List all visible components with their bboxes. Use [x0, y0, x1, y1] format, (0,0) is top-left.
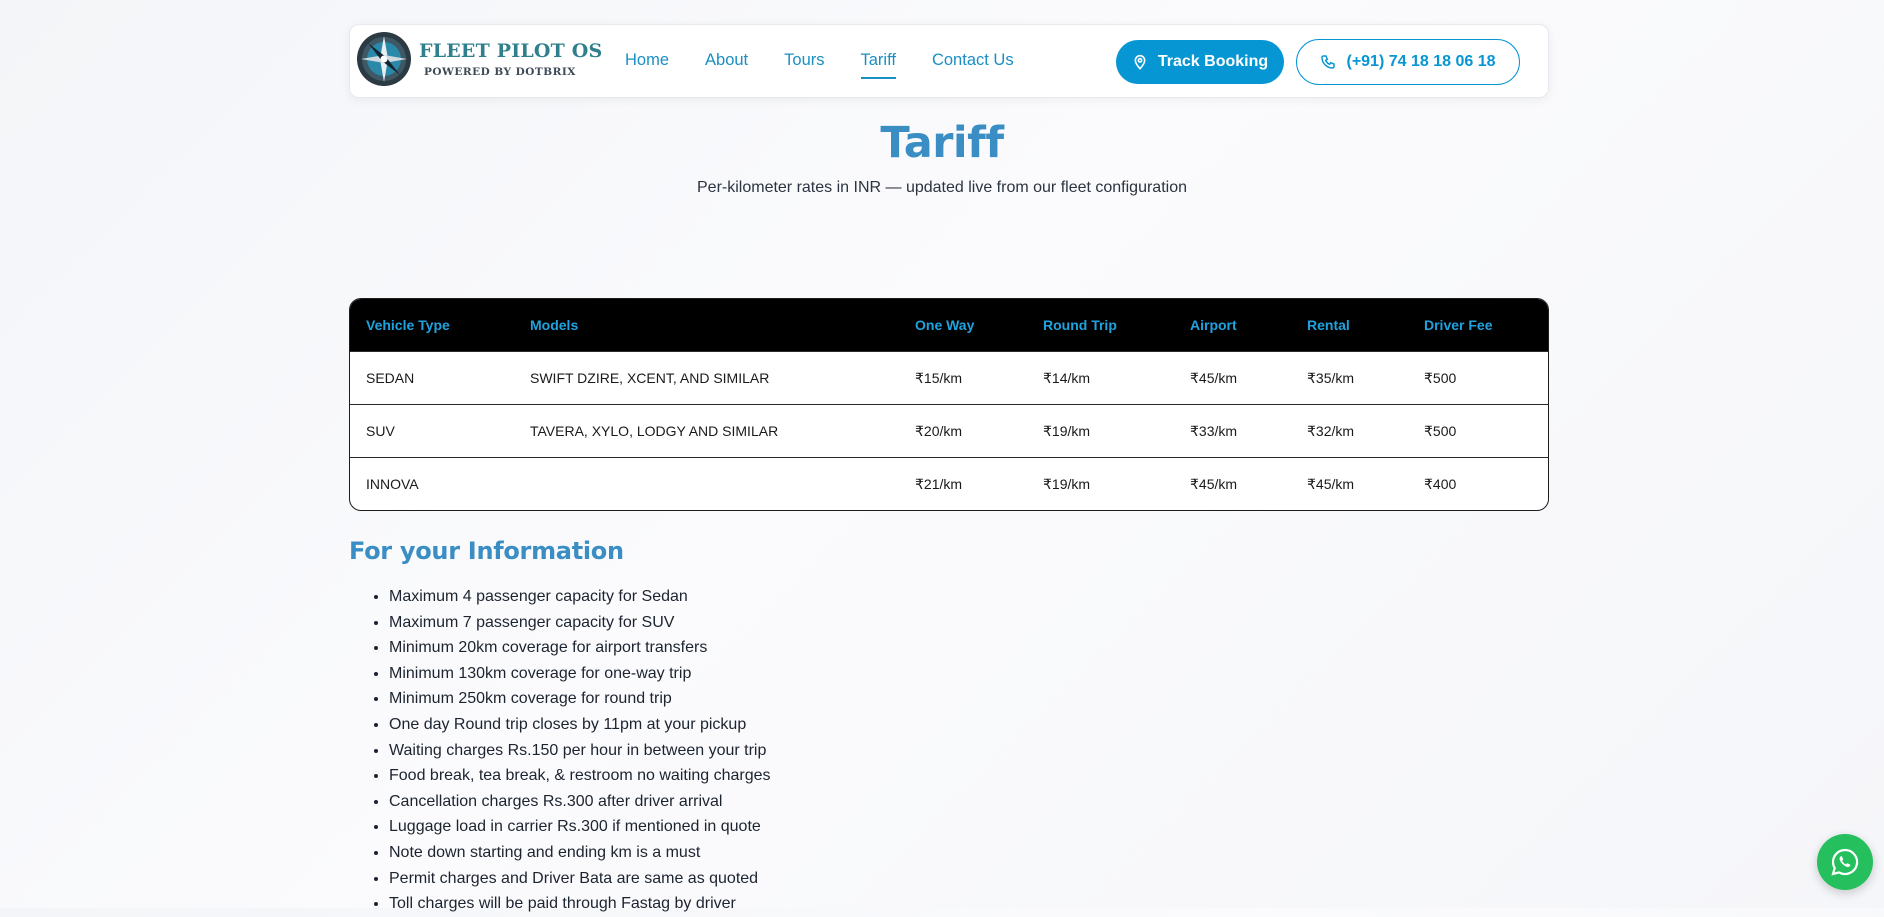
brand-title: FLEET PILOT OS — [419, 40, 603, 62]
table-cell: ₹19/km — [1043, 475, 1091, 492]
track-booking-button[interactable]: Track Booking — [1116, 40, 1284, 84]
table-cell: ₹21/km — [915, 475, 963, 492]
list-item: Permit charges and Driver Bata are same … — [389, 866, 771, 892]
list-item: Food break, tea break, & restroom no wai… — [389, 763, 771, 789]
top-navbar: FLEET PILOT OS POWERED BY DOTBRIX Home A… — [349, 24, 1549, 98]
compass-logo-icon[interactable] — [356, 31, 412, 87]
phone-button[interactable]: (+91) 74 18 18 06 18 — [1296, 39, 1520, 85]
list-item: Maximum 4 passenger capacity for Sedan — [389, 584, 771, 610]
table-cell: ₹19/km — [1043, 422, 1091, 439]
nav-tariff[interactable]: Tariff — [860, 51, 897, 79]
column-header: Models — [530, 317, 579, 333]
phone-icon — [1321, 55, 1336, 69]
table-cell: ₹45/km — [1190, 369, 1238, 386]
table-cell: ₹500 — [1424, 369, 1457, 386]
page-title: Tariff — [880, 118, 1004, 168]
table-cell: ₹500 — [1424, 422, 1457, 439]
table-cell: ₹33/km — [1190, 422, 1238, 439]
list-item: One day Round trip closes by 11pm at you… — [389, 712, 771, 738]
table-cell: ₹32/km — [1307, 422, 1355, 439]
whatsapp-chat-button[interactable] — [1817, 834, 1873, 890]
whatsapp-icon — [1831, 848, 1859, 876]
list-item: Luggage load in carrier Rs.300 if mentio… — [389, 814, 771, 840]
list-item: Minimum 130km coverage for one-way trip — [389, 661, 771, 687]
info-heading: For your Information — [349, 537, 624, 565]
nav-tours[interactable]: Tours — [784, 51, 824, 70]
list-item: Cancellation charges Rs.300 after driver… — [389, 789, 771, 815]
table-row: SUV TAVERA, XYLO, LODGY AND SIMILAR ₹20/… — [350, 404, 1548, 457]
table-cell: ₹20/km — [915, 422, 963, 439]
table-cell: ₹14/km — [1043, 369, 1091, 386]
table-row: SEDAN SWIFT DZIRE, XCENT, AND SIMILAR ₹1… — [350, 351, 1548, 404]
map-pin-icon — [1134, 54, 1146, 70]
column-header: Round Trip — [1043, 317, 1117, 333]
info-list: Maximum 4 passenger capacity for Sedan M… — [369, 584, 771, 917]
main-nav: Home About Tours Tariff Contact Us — [625, 51, 1050, 79]
phone-number-label: (+91) 74 18 18 06 18 — [1346, 53, 1496, 70]
column-header: Driver Fee — [1424, 317, 1493, 333]
table-row: INNOVA ₹21/km ₹19/km ₹45/km ₹45/km ₹400 — [350, 457, 1548, 510]
table-cell: SEDAN — [366, 370, 415, 386]
brand-subtitle: POWERED BY DOTBRIX — [424, 66, 576, 78]
column-header: Rental — [1307, 317, 1350, 333]
column-header: One Way — [915, 317, 975, 333]
list-item: Note down starting and ending km is a mu… — [389, 840, 771, 866]
column-header: Airport — [1190, 317, 1237, 333]
list-item: Minimum 250km coverage for round trip — [389, 686, 771, 712]
table-cell: ₹35/km — [1307, 369, 1355, 386]
table-cell: SUV — [366, 423, 395, 439]
table-cell: SWIFT DZIRE, XCENT, AND SIMILAR — [530, 370, 770, 386]
tariff-table: Vehicle Type Models One Way Round Trip A… — [349, 298, 1549, 511]
track-booking-label: Track Booking — [1157, 53, 1269, 70]
nav-about[interactable]: About — [705, 51, 748, 70]
table-cell: INNOVA — [366, 476, 419, 492]
page-subtitle: Per-kilometer rates in INR — updated liv… — [697, 179, 1187, 196]
table-header-row: Vehicle Type Models One Way Round Trip A… — [350, 299, 1548, 351]
list-item: Waiting charges Rs.150 per hour in betwe… — [389, 738, 771, 764]
table-cell: ₹400 — [1424, 475, 1457, 492]
list-item: Toll charges will be paid through Fastag… — [389, 891, 771, 917]
table-cell: TAVERA, XYLO, LODGY AND SIMILAR — [530, 423, 779, 439]
nav-contact-us[interactable]: Contact Us — [932, 51, 1014, 70]
table-cell: ₹45/km — [1307, 475, 1355, 492]
table-cell: ₹45/km — [1190, 475, 1238, 492]
list-item: Minimum 20km coverage for airport transf… — [389, 635, 771, 661]
list-item: Maximum 7 passenger capacity for SUV — [389, 610, 771, 636]
nav-home[interactable]: Home — [625, 51, 669, 70]
column-header: Vehicle Type — [366, 317, 450, 333]
table-cell: ₹15/km — [915, 369, 963, 386]
